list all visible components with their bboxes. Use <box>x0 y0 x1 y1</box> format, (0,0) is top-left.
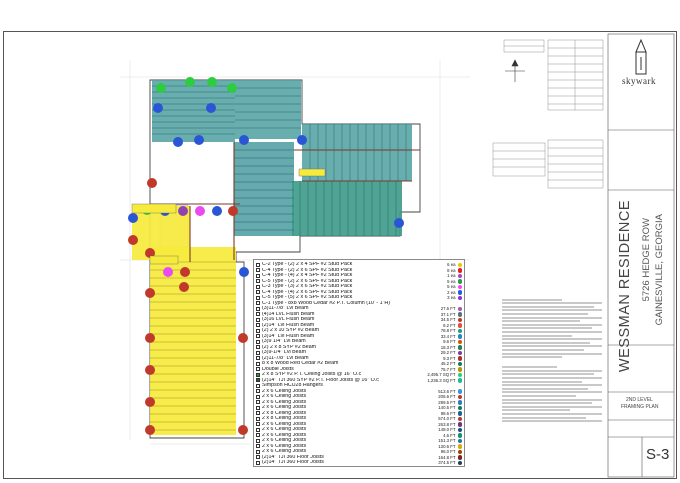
legend-row: (2)14" TJI 360 Floor Joists 374.5 FT <box>256 460 462 466</box>
legend-swatch <box>256 378 260 383</box>
project-address-line1: 5726 HEDGE ROW <box>641 218 652 302</box>
legend-swatch <box>256 433 260 438</box>
legend-marker-icon <box>457 367 462 372</box>
legend-marker-icon <box>457 433 462 438</box>
legend-swatch <box>256 284 260 289</box>
legend-swatch <box>256 339 260 344</box>
legend-marker-icon <box>457 389 462 394</box>
legend-marker-icon <box>457 312 462 317</box>
legend-marker-icon <box>457 449 462 454</box>
general-notes <box>502 297 602 424</box>
legend-swatch <box>256 350 260 355</box>
legend-marker-icon <box>457 394 462 399</box>
legend-swatch <box>256 295 260 300</box>
legend-marker-icon <box>457 455 462 460</box>
legend-swatch <box>256 416 260 421</box>
legend-swatch <box>256 312 260 317</box>
legend-marker-icon <box>457 427 462 432</box>
ceiling-zone-b <box>235 80 301 139</box>
legend-marker-icon <box>457 400 462 405</box>
legend-marker-icon <box>457 438 462 443</box>
legend-swatch <box>256 279 260 284</box>
legend-marker-icon <box>457 279 462 284</box>
skywark-logo-icon <box>635 38 647 75</box>
schedule-tables <box>492 39 604 189</box>
legend-swatch <box>256 268 260 273</box>
firm-name: skywark <box>622 76 656 86</box>
legend-marker-icon <box>457 416 462 421</box>
sheet-name-line2: FRAMING PLAN <box>621 404 659 410</box>
legend-marker-icon <box>457 290 462 295</box>
sheet-name-line1: 2ND LEVEL <box>626 397 653 403</box>
legend-swatch <box>256 367 260 372</box>
legend-value: 374.5 FT <box>438 460 456 465</box>
legend-swatch <box>256 422 260 427</box>
legend-swatch <box>256 383 260 388</box>
material-legend: C-2 Type - (2) 2 x 4 SPF #2 Stud Pack 6 e… <box>253 259 465 467</box>
legend-swatch <box>256 345 260 350</box>
legend-marker-icon <box>457 378 462 383</box>
legend-marker-icon <box>457 295 462 300</box>
legend-marker-icon <box>457 444 462 449</box>
legend-swatch <box>256 306 260 311</box>
legend-marker-icon <box>457 323 462 328</box>
legend-marker-icon <box>457 268 462 273</box>
legend-marker-icon <box>457 361 462 366</box>
legend-marker-icon <box>457 345 462 350</box>
legend-marker-icon <box>457 273 462 278</box>
legend-marker-icon <box>457 350 462 355</box>
north-arrow-icon <box>505 59 525 82</box>
legend-marker-icon <box>457 422 462 427</box>
legend-swatch <box>256 400 260 405</box>
legend-marker-icon <box>458 301 463 306</box>
legend-swatch <box>256 301 260 306</box>
legend-swatch <box>256 328 260 333</box>
ceiling-zone-e <box>292 181 402 236</box>
legend-marker-icon <box>457 405 462 410</box>
legend-marker-icon <box>457 460 462 465</box>
legend-swatch <box>256 389 260 394</box>
legend-marker-icon <box>457 334 462 339</box>
project-title: WESSMAN RESIDENCE <box>617 200 633 373</box>
legend-swatch <box>256 356 260 361</box>
legend-marker-icon <box>457 356 462 361</box>
legend-swatch <box>256 323 260 328</box>
legend-swatch <box>256 334 260 339</box>
legend-swatch <box>256 438 260 443</box>
legend-swatch <box>256 262 260 267</box>
legend-swatch <box>256 411 260 416</box>
legend-label: (2)14" TJI 360 Floor Joists <box>262 460 324 465</box>
legend-swatch <box>256 449 260 454</box>
legend-marker-icon <box>457 372 462 377</box>
legend-swatch <box>256 427 260 432</box>
legend-swatch <box>256 361 260 366</box>
sheet-number: S-3 <box>646 446 670 463</box>
legend-swatch <box>256 394 260 399</box>
legend-marker-icon <box>457 328 462 333</box>
legend-swatch <box>256 460 260 465</box>
legend-marker-icon <box>458 384 463 389</box>
legend-marker-icon <box>457 411 462 416</box>
legend-swatch <box>256 372 260 377</box>
legend-marker-icon <box>457 262 462 267</box>
legend-swatch <box>256 405 260 410</box>
project-address-line2: GAINESVILLE, GEORGIA <box>654 214 665 326</box>
legend-marker-icon <box>457 284 462 289</box>
legend-marker-icon <box>457 306 462 311</box>
legend-marker-icon <box>457 339 462 344</box>
legend-swatch <box>256 317 260 322</box>
legend-swatch <box>256 290 260 295</box>
legend-swatch <box>256 273 260 278</box>
legend-marker-icon <box>457 317 462 322</box>
legend-swatch <box>256 455 260 460</box>
legend-swatch <box>256 444 260 449</box>
